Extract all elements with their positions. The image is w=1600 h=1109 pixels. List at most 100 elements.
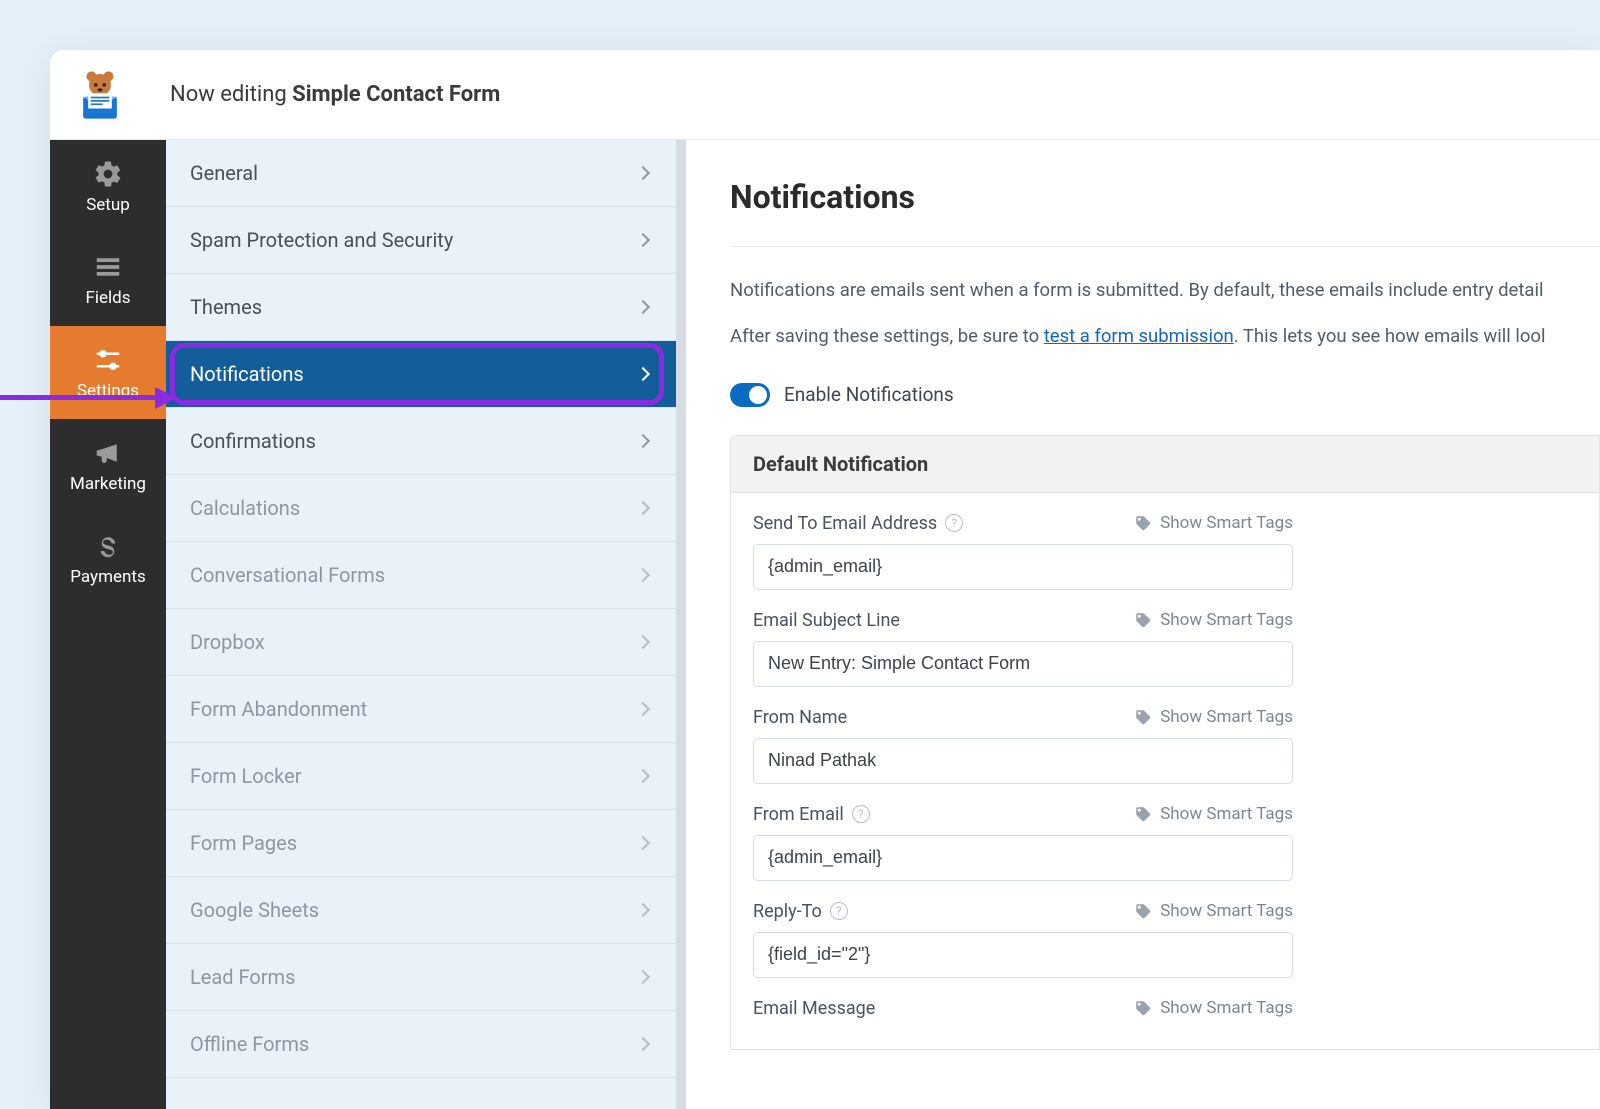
rail-item-settings[interactable]: Settings [50, 326, 166, 419]
panel-title: Default Notification [731, 436, 1599, 493]
field-input[interactable] [753, 738, 1293, 784]
enable-notifications-toggle[interactable] [730, 383, 770, 407]
chevron-right-icon [636, 635, 650, 649]
settings-item-confirmations[interactable]: Confirmations [166, 408, 676, 475]
chevron-right-icon [636, 903, 650, 917]
chevron-right-icon [636, 233, 650, 247]
rail-label: Payments [70, 567, 145, 587]
settings-item-label: Confirmations [190, 429, 316, 453]
page-title: Notifications [730, 178, 1600, 216]
settings-item-notifications[interactable]: Notifications [166, 341, 676, 408]
help-icon[interactable]: ? [852, 805, 870, 823]
chevron-right-icon [636, 702, 650, 716]
chevron-right-icon [636, 1037, 650, 1051]
settings-item-form-pages[interactable]: Form Pages [166, 810, 676, 877]
description-1: Notifications are emails sent when a for… [730, 277, 1600, 305]
field-label: Email Subject Line [753, 610, 900, 631]
settings-item-offline-forms[interactable]: Offline Forms [166, 1011, 676, 1078]
app-window: Now editing Simple Contact Form Setup Fi… [50, 50, 1600, 1109]
field-input[interactable] [753, 544, 1293, 590]
settings-item-label: Offline Forms [190, 1032, 309, 1056]
field-email-subject-line: Email Subject Line Show Smart Tags [753, 610, 1293, 687]
topbar: Now editing Simple Contact Form [50, 50, 1600, 140]
wpforms-logo [72, 67, 128, 123]
field-reply-to: Reply-To? Show Smart Tags [753, 901, 1293, 978]
settings-item-label: Themes [190, 295, 262, 319]
bullhorn-icon [93, 438, 123, 468]
settings-item-general[interactable]: General [166, 140, 676, 207]
rail-label: Setup [86, 195, 130, 215]
settings-item-form-locker[interactable]: Form Locker [166, 743, 676, 810]
field-label: Send To Email Address? [753, 513, 963, 534]
show-smart-tags-button[interactable]: Show Smart Tags [1134, 804, 1293, 824]
field-send-to-email-address: Send To Email Address? Show Smart Tags [753, 513, 1293, 590]
enable-notifications-label: Enable Notifications [784, 383, 954, 406]
settings-item-label: Dropbox [190, 630, 265, 654]
description-2: After saving these settings, be sure to … [730, 323, 1600, 351]
editing-label: Now editing Simple Contact Form [170, 82, 500, 107]
field-label: Email Message [753, 998, 875, 1019]
chevron-right-icon [636, 434, 650, 448]
field-input[interactable] [753, 835, 1293, 881]
settings-item-google-sheets[interactable]: Google Sheets [166, 877, 676, 944]
show-smart-tags-button[interactable]: Show Smart Tags [1134, 513, 1293, 533]
settings-item-label: Calculations [190, 496, 300, 520]
editing-prefix: Now editing [170, 82, 292, 107]
rail-item-marketing[interactable]: Marketing [50, 419, 166, 512]
rail-item-setup[interactable]: Setup [50, 140, 166, 233]
settings-item-lead-forms[interactable]: Lead Forms [166, 944, 676, 1011]
field-label: From Email? [753, 804, 870, 825]
chevron-right-icon [636, 501, 650, 515]
settings-item-conversational-forms[interactable]: Conversational Forms [166, 542, 676, 609]
field-email-message: Email Message Show Smart Tags [753, 998, 1293, 1019]
rail-item-fields[interactable]: Fields [50, 233, 166, 326]
field-input[interactable] [753, 932, 1293, 978]
settings-item-label: Conversational Forms [190, 563, 385, 587]
chevron-right-icon [636, 970, 650, 984]
field-from-name: From Name Show Smart Tags [753, 707, 1293, 784]
settings-item-label: Form Pages [190, 831, 297, 855]
settings-item-dropbox[interactable]: Dropbox [166, 609, 676, 676]
chevron-right-icon [636, 166, 650, 180]
chevron-right-icon [636, 769, 650, 783]
settings-item-label: General [190, 161, 258, 185]
settings-subnav: General Spam Protection and Security Theme… [166, 140, 686, 1109]
gear-icon [93, 159, 123, 189]
rail-label: Settings [77, 381, 139, 401]
sliders-icon [93, 345, 123, 375]
settings-item-label: Spam Protection and Security [190, 228, 453, 252]
rail-label: Fields [85, 288, 130, 308]
main-content: Notifications Notifications are emails s… [686, 140, 1600, 1109]
help-icon[interactable]: ? [830, 902, 848, 920]
show-smart-tags-button[interactable]: Show Smart Tags [1134, 998, 1293, 1018]
settings-item-calculations[interactable]: Calculations [166, 475, 676, 542]
dollar-icon [93, 531, 123, 561]
field-input[interactable] [753, 641, 1293, 687]
chevron-right-icon [636, 836, 650, 850]
rail-item-payments[interactable]: Payments [50, 512, 166, 605]
chevron-right-icon [636, 300, 650, 314]
help-icon[interactable]: ? [945, 514, 963, 532]
chevron-right-icon [636, 367, 650, 381]
settings-item-label: Form Abandonment [190, 697, 367, 721]
list-icon [93, 252, 123, 282]
show-smart-tags-button[interactable]: Show Smart Tags [1134, 707, 1293, 727]
show-smart-tags-button[interactable]: Show Smart Tags [1134, 610, 1293, 630]
field-label: From Name [753, 707, 847, 728]
settings-item-label: Form Locker [190, 764, 302, 788]
settings-item-label: Lead Forms [190, 965, 295, 989]
enable-notifications-row: Enable Notifications [730, 383, 1600, 407]
field-label: Reply-To? [753, 901, 848, 922]
rail-label: Marketing [70, 474, 146, 494]
form-name: Simple Contact Form [292, 82, 500, 107]
chevron-right-icon [636, 568, 650, 582]
settings-item-form-abandonment[interactable]: Form Abandonment [166, 676, 676, 743]
show-smart-tags-button[interactable]: Show Smart Tags [1134, 901, 1293, 921]
settings-item-label: Google Sheets [190, 898, 319, 922]
settings-item-spam-protection-and-security[interactable]: Spam Protection and Security [166, 207, 676, 274]
nav-rail: Setup Fields Settings Marketing [50, 140, 166, 1109]
settings-item-themes[interactable]: Themes [166, 274, 676, 341]
default-notification-panel: Default Notification Send To Email Addre… [730, 435, 1600, 1050]
test-submission-link[interactable]: test a form submission [1044, 325, 1234, 347]
field-from-email: From Email? Show Smart Tags [753, 804, 1293, 881]
